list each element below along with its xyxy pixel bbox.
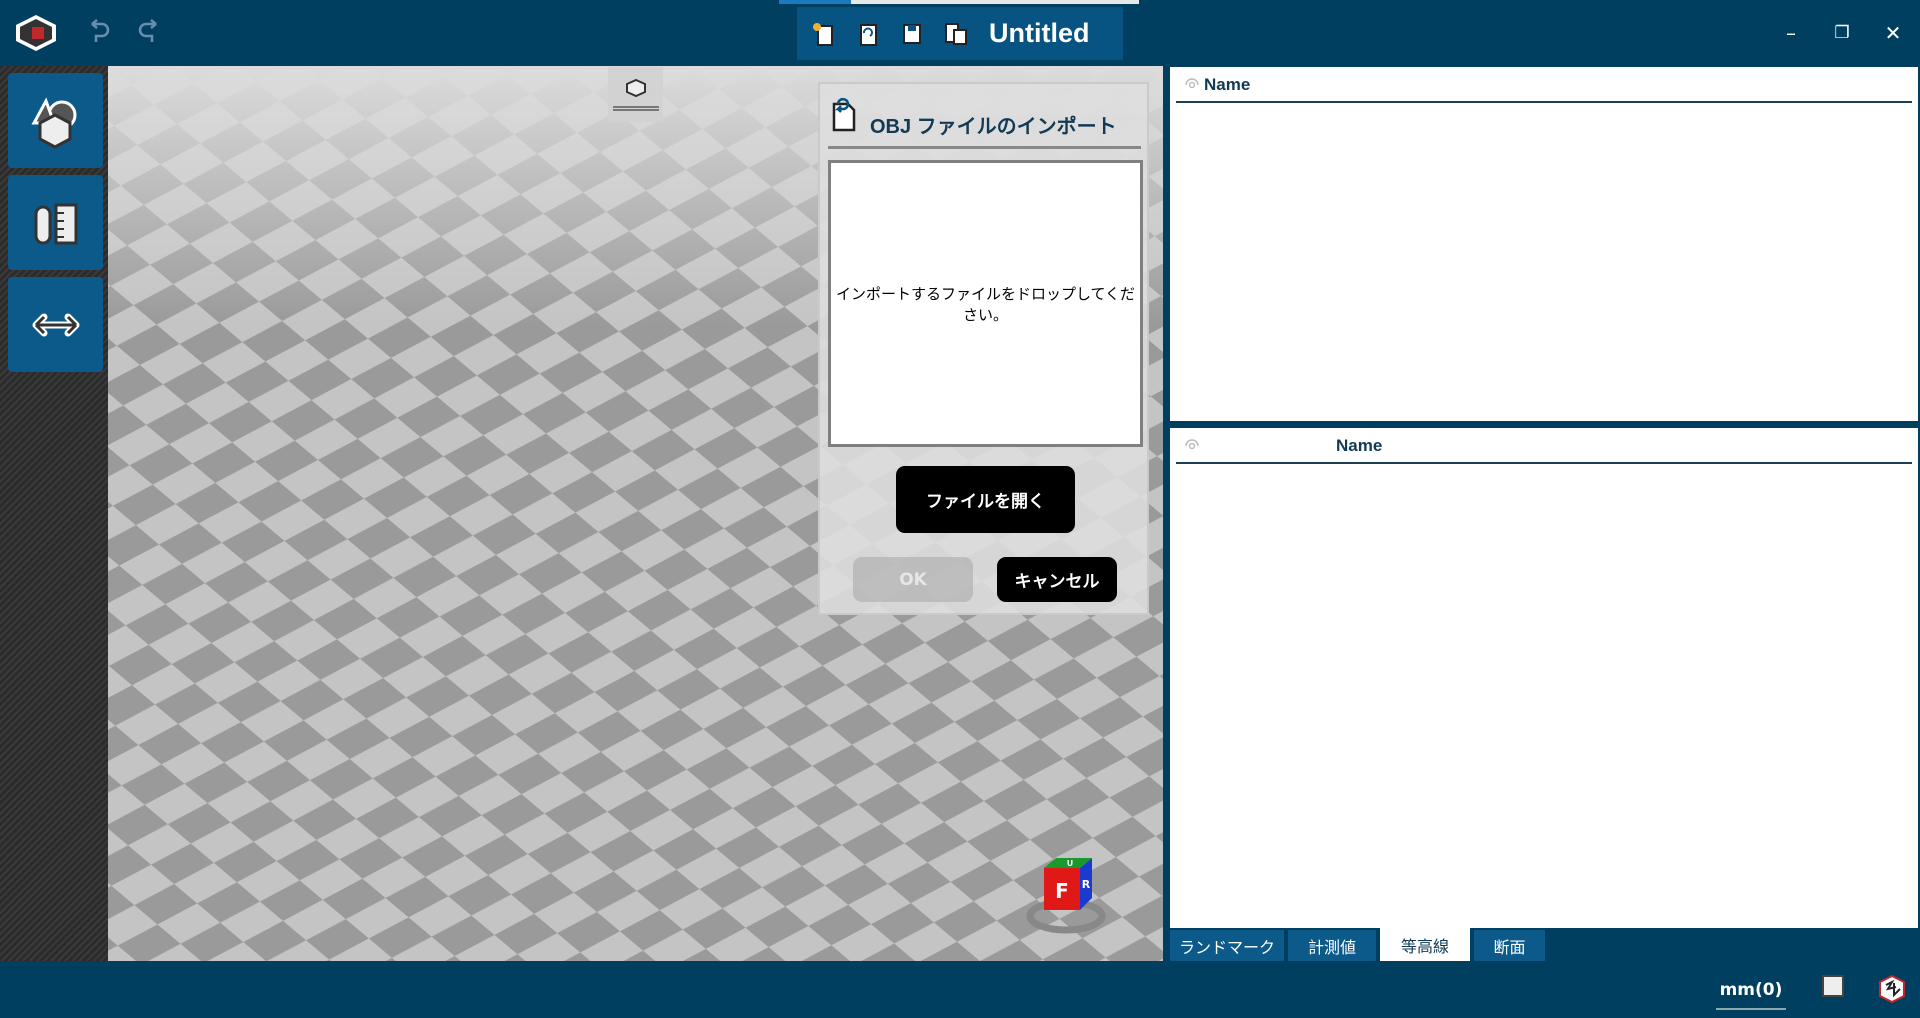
save-icon[interactable]	[897, 19, 927, 49]
units-selector[interactable]: mm(0)	[1716, 980, 1786, 1004]
open-file-icon[interactable]	[853, 19, 883, 49]
name-column-header[interactable]: Name	[1204, 75, 1250, 95]
lower-list-header: Name	[1176, 428, 1912, 464]
cube-top-label: U	[1067, 859, 1074, 868]
measure-tool-button[interactable]	[8, 277, 103, 372]
obj-import-dialog: OBJ ファイルのインポート インポートするファイルをドロップしてください。 フ…	[818, 82, 1149, 615]
minimize-button[interactable]: –	[1776, 18, 1806, 48]
new-file-icon[interactable]	[809, 19, 839, 49]
square-view-icon[interactable]	[1822, 975, 1844, 997]
view-cube-icon	[625, 78, 646, 98]
tab-section[interactable]: 断面	[1474, 930, 1545, 961]
navigation-cube[interactable]: F R U	[1014, 836, 1114, 936]
lower-list[interactable]: Name	[1170, 428, 1918, 928]
measure-arrow-icon	[32, 313, 79, 336]
close-button[interactable]: ✕	[1878, 18, 1908, 48]
tab-indicator	[779, 0, 851, 4]
tab-landmark[interactable]: ランドマーク	[1170, 930, 1284, 961]
shapes-icon	[30, 96, 76, 149]
ok-button[interactable]: OK	[853, 557, 973, 602]
restore-button[interactable]: ❐	[1827, 18, 1857, 48]
dialog-title: OBJ ファイルのインポート	[870, 116, 1117, 138]
import-file-icon	[832, 97, 856, 132]
status-bar	[0, 961, 1920, 1018]
pencil-ruler-icon	[34, 203, 77, 244]
drag-handle[interactable]	[612, 106, 659, 111]
tab-indicator-track	[851, 0, 1139, 4]
title-bar: Untitled – ❐ ✕	[0, 0, 1920, 66]
shapes-tool-button[interactable]	[8, 73, 103, 168]
draw-measure-tool-button[interactable]	[8, 175, 103, 270]
file-toolbar: Untitled	[797, 7, 1123, 60]
cube-right-label: R	[1082, 878, 1091, 891]
save-as-icon[interactable]	[941, 19, 971, 49]
cube-front-label: F	[1055, 879, 1069, 903]
undo-icon[interactable]	[86, 18, 110, 46]
upper-list[interactable]: Name	[1170, 67, 1918, 421]
divider	[828, 146, 1141, 149]
name-column-header[interactable]: Name	[1336, 436, 1382, 456]
open-file-button[interactable]: ファイルを開く	[896, 466, 1075, 533]
cancel-button[interactable]: キャンセル	[997, 557, 1117, 602]
redo-icon[interactable]	[138, 18, 162, 46]
view-mode-button[interactable]	[608, 67, 663, 122]
file-drop-zone[interactable]: インポートするファイルをドロップしてください。	[828, 160, 1143, 447]
visibility-icon[interactable]	[1184, 436, 1200, 452]
3d-viewport[interactable]: OBJ ファイルのインポート インポートするファイルをドロップしてください。 フ…	[108, 66, 1163, 961]
document-title: Untitled	[989, 18, 1090, 48]
units-underline	[1716, 1008, 1786, 1010]
company-logo-icon	[1879, 975, 1905, 1003]
right-panel: Name Name ランドマーク 計測値 等高線 断面	[1163, 66, 1920, 961]
tab-contour[interactable]: 等高線	[1380, 928, 1470, 961]
upper-list-header: Name	[1176, 67, 1912, 103]
app-logo-icon[interactable]	[12, 13, 60, 53]
left-toolbar	[0, 66, 108, 961]
drop-instruction: インポートするファイルをドロップしてください。	[835, 284, 1136, 324]
visibility-icon[interactable]	[1184, 75, 1200, 91]
tab-measurements[interactable]: 計測値	[1288, 930, 1376, 961]
